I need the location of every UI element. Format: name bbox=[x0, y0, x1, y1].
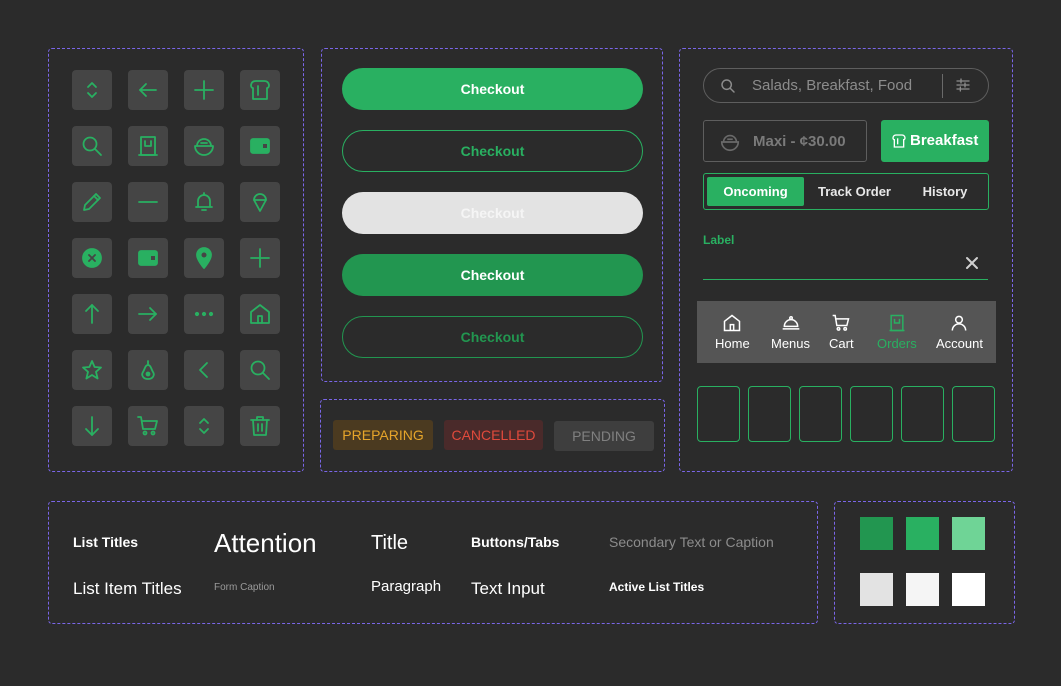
otp-box[interactable] bbox=[901, 386, 944, 442]
color-swatch bbox=[906, 517, 939, 550]
ice-cream-icon[interactable] bbox=[240, 182, 280, 222]
type-form-caption: Form Caption bbox=[214, 582, 275, 593]
plus-icon[interactable] bbox=[184, 70, 224, 110]
tab-history[interactable]: History bbox=[902, 177, 988, 206]
star-icon[interactable] bbox=[72, 350, 112, 390]
bottom-navigation: Home Menus Cart Orders Account bbox=[697, 301, 996, 363]
type-list-titles: List Titles bbox=[73, 534, 139, 550]
nav-label-menus: Menus bbox=[771, 336, 811, 351]
chevron-left-icon[interactable] bbox=[184, 350, 224, 390]
nav-item-cart[interactable]: Cart bbox=[829, 313, 854, 351]
home-icon bbox=[724, 314, 741, 332]
search-icon bbox=[720, 78, 736, 99]
tab-track-order[interactable]: Track Order bbox=[807, 177, 902, 206]
close-circle-icon[interactable] bbox=[72, 238, 112, 278]
typography-section bbox=[48, 501, 818, 624]
home-icon[interactable] bbox=[240, 294, 280, 334]
nav-label-cart: Cart bbox=[829, 336, 854, 351]
wallet-icon[interactable] bbox=[240, 126, 280, 166]
filter-icon[interactable] bbox=[955, 77, 971, 98]
bowl-icon[interactable] bbox=[184, 126, 224, 166]
cart-icon bbox=[832, 314, 850, 331]
search-icon[interactable] bbox=[72, 126, 112, 166]
nav-label-orders: Orders bbox=[877, 336, 917, 351]
cloche-icon bbox=[782, 316, 799, 330]
orders-icon bbox=[889, 314, 905, 332]
chevrons-updown-icon[interactable] bbox=[184, 406, 224, 446]
pear-icon[interactable] bbox=[128, 350, 168, 390]
bowl-icon bbox=[719, 131, 741, 158]
checkout-button-pressed[interactable]: Checkout bbox=[342, 254, 643, 296]
checkout-button-primary[interactable]: Checkout bbox=[342, 68, 643, 110]
trash-icon[interactable] bbox=[240, 406, 280, 446]
search-divider bbox=[942, 74, 943, 98]
minus-icon[interactable] bbox=[128, 182, 168, 222]
nav-item-account[interactable]: Account bbox=[936, 313, 983, 351]
type-text-input: Text Input bbox=[471, 579, 545, 598]
text-field-input[interactable] bbox=[703, 250, 988, 280]
type-attention: Attention bbox=[214, 528, 317, 558]
otp-box[interactable] bbox=[697, 386, 740, 442]
nav-item-orders[interactable]: Orders bbox=[877, 313, 917, 351]
pencil-icon[interactable] bbox=[72, 182, 112, 222]
chevrons-updown-icon[interactable] bbox=[72, 70, 112, 110]
checkout-button-outline-pressed[interactable]: Checkout bbox=[342, 316, 643, 358]
status-badge-preparing: PREPARING bbox=[333, 420, 433, 450]
type-active-list-titles: Active List Titles bbox=[609, 580, 705, 594]
more-horizontal-icon[interactable] bbox=[184, 294, 224, 334]
search-bar[interactable]: Salads, Breakfast, Food bbox=[703, 68, 989, 103]
text-field-label: Label bbox=[703, 233, 735, 247]
type-buttons-tabs: Buttons/Tabs bbox=[471, 534, 560, 550]
toast-icon[interactable] bbox=[240, 70, 280, 110]
bell-icon[interactable] bbox=[184, 182, 224, 222]
chip-breakfast-label: Breakfast bbox=[910, 132, 979, 149]
nav-item-menus[interactable]: Menus bbox=[771, 313, 810, 351]
arrow-right-icon[interactable] bbox=[128, 294, 168, 334]
cart-icon[interactable] bbox=[128, 406, 168, 446]
nav-label-account: Account bbox=[936, 336, 983, 351]
chip-breakfast[interactable]: Breakfast bbox=[881, 120, 989, 162]
color-swatch bbox=[952, 573, 985, 606]
location-pin-icon[interactable] bbox=[184, 238, 224, 278]
otp-box[interactable] bbox=[952, 386, 995, 442]
chip-maxi-label: Maxi - ¢30.00 bbox=[753, 133, 846, 150]
close-icon[interactable] bbox=[965, 256, 979, 275]
search-icon[interactable] bbox=[240, 350, 280, 390]
toast-icon bbox=[891, 132, 907, 155]
order-tabs: Oncoming Track Order History bbox=[703, 173, 989, 210]
type-title: Title bbox=[371, 532, 409, 554]
arrow-up-icon[interactable] bbox=[72, 294, 112, 334]
plus-icon[interactable] bbox=[240, 238, 280, 278]
arrow-left-icon[interactable] bbox=[128, 70, 168, 110]
otp-box[interactable] bbox=[799, 386, 842, 442]
tab-oncoming[interactable]: Oncoming bbox=[707, 177, 804, 206]
type-paragraph: Paragraph bbox=[371, 578, 442, 595]
user-icon bbox=[952, 315, 967, 331]
nav-label-home: Home bbox=[715, 336, 750, 351]
status-badge-cancelled: CANCELLED bbox=[444, 420, 543, 450]
nav-item-home[interactable]: Home bbox=[715, 313, 750, 351]
type-secondary: Secondary Text or Caption bbox=[609, 534, 774, 550]
checkout-button-disabled[interactable]: Checkout bbox=[342, 192, 643, 234]
color-swatch bbox=[860, 573, 893, 606]
type-list-item-titles: List Item Titles bbox=[73, 579, 182, 598]
chip-maxi[interactable]: Maxi - ¢30.00 bbox=[703, 120, 867, 162]
wallet-icon[interactable] bbox=[128, 238, 168, 278]
color-swatch bbox=[906, 573, 939, 606]
checkout-button-outline[interactable]: Checkout bbox=[342, 130, 643, 172]
menu-book-icon[interactable] bbox=[128, 126, 168, 166]
color-swatch bbox=[952, 517, 985, 550]
search-input[interactable]: Salads, Breakfast, Food bbox=[752, 77, 912, 94]
otp-box[interactable] bbox=[748, 386, 791, 442]
otp-box[interactable] bbox=[850, 386, 893, 442]
arrow-down-icon[interactable] bbox=[72, 406, 112, 446]
status-badge-pending: PENDING bbox=[554, 421, 654, 451]
color-swatch bbox=[860, 517, 893, 550]
